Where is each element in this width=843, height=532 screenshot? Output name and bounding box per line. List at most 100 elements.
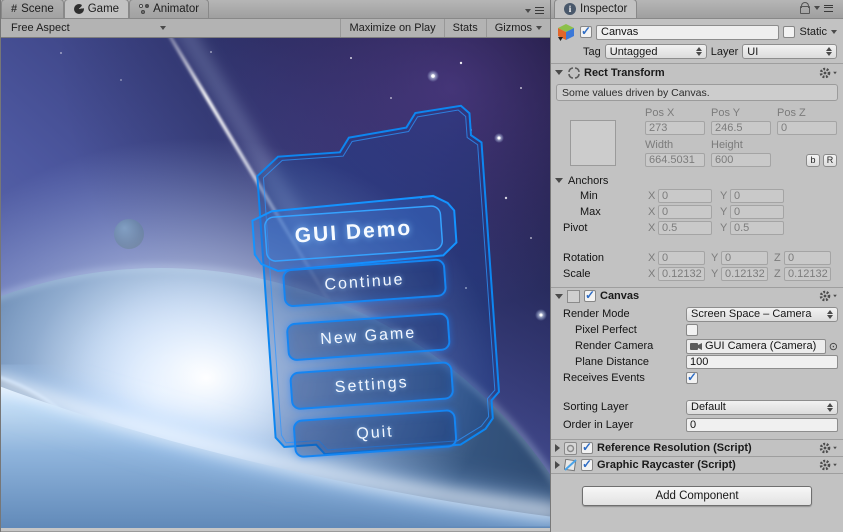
plane-distance-label: Plane Distance: [575, 356, 649, 368]
maximize-on-play-label: Maximize on Play: [349, 22, 436, 34]
scale-label: Scale: [563, 268, 591, 280]
gizmos-dropdown[interactable]: Gizmos: [485, 19, 550, 37]
anchor-preview-box[interactable]: [570, 120, 616, 166]
aspect-dropdown[interactable]: Free Aspect: [1, 19, 176, 37]
static-checkbox[interactable]: [783, 26, 796, 38]
caret-down-icon[interactable]: [814, 6, 820, 10]
anchor-max-y-field: 0: [730, 205, 784, 219]
gear-caret-icon: [833, 446, 837, 450]
rect-transform-header[interactable]: Rect Transform: [551, 64, 843, 81]
menu-icon[interactable]: [824, 4, 833, 12]
reference-resolution-header[interactable]: Reference Resolution (Script): [551, 439, 843, 456]
inspector-panel: i Inspector Canvas: [550, 0, 843, 532]
order-in-layer-label: Order in Layer: [563, 419, 634, 431]
graphic-raycaster-header[interactable]: Graphic Raycaster (Script): [551, 456, 843, 473]
tab-inspector[interactable]: i Inspector: [554, 0, 638, 18]
gear-icon[interactable]: [819, 459, 838, 471]
lock-icon[interactable]: [800, 2, 810, 14]
render-mode-dropdown[interactable]: Screen Space – Camera: [686, 306, 838, 322]
foldout-open-icon: [555, 178, 563, 183]
driven-help-box: Some values driven by Canvas.: [556, 84, 838, 101]
anchor-min-y-field: 0: [730, 189, 784, 203]
tab-animator[interactable]: Animator: [129, 0, 210, 18]
layer-dropdown[interactable]: UI: [742, 44, 837, 59]
gameobject-header: Canvas Static Tag Untagged Layer UI: [551, 19, 843, 64]
pivot-label: Pivot: [563, 222, 588, 234]
pos-z-label: Pos Z: [777, 107, 806, 119]
gui-menu-panel: GUI Demo Continue New Game Settings Quit: [237, 97, 519, 466]
x-axis-label: X: [648, 190, 656, 202]
foldout-open-icon[interactable]: [555, 70, 563, 75]
add-component-button[interactable]: Add Component: [582, 486, 812, 506]
anchors-label: Anchors: [568, 174, 609, 187]
rotation-label: Rotation: [563, 252, 604, 264]
y-axis-label: Y: [720, 222, 728, 234]
z-axis-label: Z: [774, 268, 781, 280]
gameobject-cube-icon[interactable]: [557, 23, 576, 41]
sorting-layer-dropdown[interactable]: Default: [686, 399, 838, 415]
name-field[interactable]: Canvas: [596, 24, 780, 40]
receives-events-checkbox[interactable]: [686, 370, 698, 384]
graphic-raycaster-enabled-checkbox[interactable]: [581, 457, 593, 471]
gear-icon[interactable]: [819, 290, 838, 302]
anchor-max-x-field: 0: [658, 205, 712, 219]
min-label: Min: [580, 190, 598, 202]
pos-x-field: 273: [645, 121, 705, 135]
tabstrip-menu[interactable]: [525, 7, 550, 18]
tab-inspector-label: Inspector: [580, 3, 628, 15]
scene-grid-icon: #: [11, 3, 18, 15]
y-axis-label: Y: [720, 206, 728, 218]
canvas-component-header[interactable]: Canvas: [551, 287, 843, 304]
caret-down-icon: [159, 26, 166, 30]
gear-icon[interactable]: [819, 67, 838, 79]
graphic-raycaster-icon: [564, 458, 577, 472]
anchors-foldout[interactable]: Anchors: [551, 173, 843, 188]
object-picker-icon[interactable]: ⊙: [829, 340, 838, 353]
reference-resolution-icon: [564, 441, 577, 455]
y-axis-label: Y: [720, 190, 728, 202]
canvas-enabled-checkbox[interactable]: [584, 288, 596, 302]
y-axis-label: Y: [711, 252, 719, 264]
caret-down-icon: [536, 26, 542, 30]
render-camera-value: GUI Camera (Camera): [705, 340, 817, 352]
blueprint-mode-button[interactable]: b: [806, 153, 820, 167]
plane-distance-field[interactable]: 100: [686, 355, 838, 369]
static-caret-icon[interactable]: [831, 30, 837, 34]
pixel-perfect-label: Pixel Perfect: [575, 324, 637, 336]
tab-scene-label: Scene: [21, 3, 54, 15]
pos-y-label: Pos Y: [711, 107, 741, 119]
raw-edit-mode-button[interactable]: R: [823, 153, 837, 167]
stats-button[interactable]: Stats: [443, 19, 486, 37]
tab-animator-label: Animator: [153, 3, 200, 15]
game-toolbar: Free Aspect Maximize on Play Stats Gizmo…: [1, 19, 550, 38]
reference-resolution-enabled-checkbox[interactable]: [581, 440, 593, 454]
window-bottom-edge: [1, 528, 550, 531]
canvas-title: Canvas: [600, 290, 640, 302]
unity-editor-window: # Scene Game Animator Free Aspect Maximi…: [0, 0, 843, 532]
tab-scene[interactable]: # Scene: [1, 0, 64, 18]
pixel-perfect-checkbox[interactable]: [686, 324, 698, 336]
tag-dropdown[interactable]: Untagged: [604, 44, 707, 59]
render-camera-object-field[interactable]: GUI Camera (Camera): [686, 338, 826, 354]
foldout-closed-icon[interactable]: [555, 461, 560, 469]
rect-transform-body: Pos X Pos Y Pos Z 273 246.5 0 Width Heig…: [551, 103, 843, 173]
gear-icon[interactable]: [819, 442, 838, 454]
pos-y-field: 246.5: [711, 121, 771, 135]
foldout-closed-icon[interactable]: [555, 444, 560, 452]
width-label: Width: [645, 139, 674, 151]
pos-x-label: Pos X: [645, 107, 675, 119]
active-checkbox[interactable]: [580, 24, 592, 38]
tab-game-label: Game: [87, 3, 120, 15]
static-label: Static: [799, 26, 827, 38]
tab-game[interactable]: Game: [63, 0, 130, 18]
foldout-open-icon[interactable]: [555, 293, 563, 299]
maximize-on-play-button[interactable]: Maximize on Play: [340, 19, 443, 37]
render-mode-value: Screen Space – Camera: [691, 308, 812, 320]
canvas-icon: [567, 289, 580, 303]
layer-label: Layer: [710, 45, 739, 58]
order-in-layer-field[interactable]: 0: [686, 418, 838, 432]
pivot-y-field: 0.5: [730, 221, 784, 235]
sorting-layer-value: Default: [691, 401, 726, 413]
y-axis-label: Y: [711, 268, 719, 280]
height-label: Height: [711, 139, 743, 151]
